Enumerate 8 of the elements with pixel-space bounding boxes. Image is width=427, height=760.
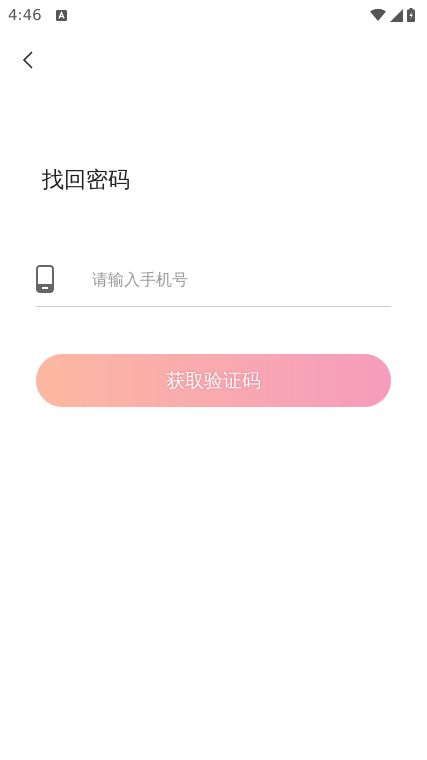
signal-icon <box>390 8 403 22</box>
notification-icon <box>56 10 67 20</box>
battery-icon <box>407 8 415 22</box>
page-title: 找回密码 <box>42 167 131 195</box>
status-time: 4:46 <box>8 6 42 24</box>
wifi-icon <box>370 9 386 21</box>
phone-icon <box>36 265 54 293</box>
phone-input-field[interactable]: 请输入手机号 <box>92 270 391 288</box>
